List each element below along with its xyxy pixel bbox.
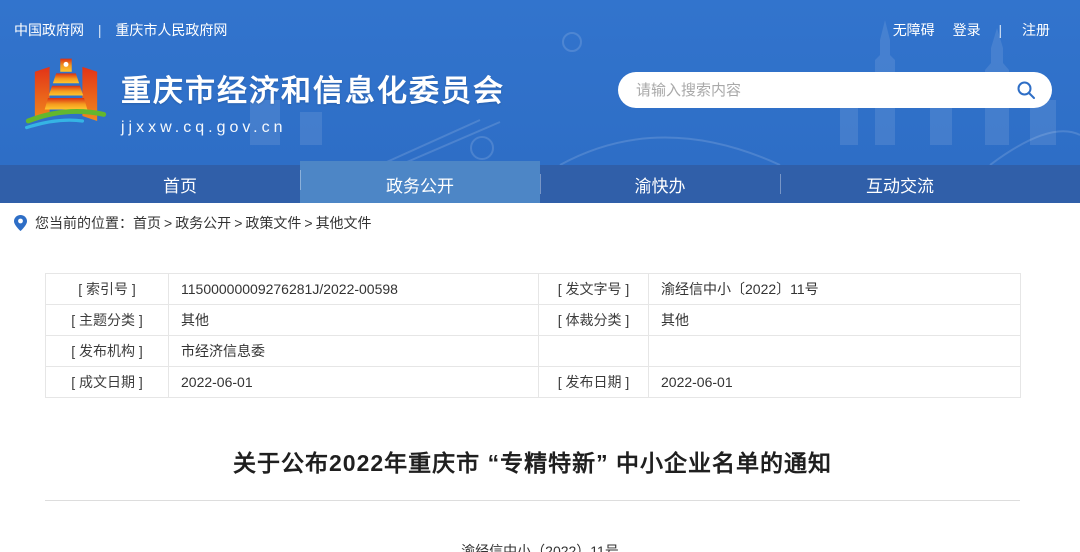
breadcrumb-item-gov-info[interactable]: 政务公开 (175, 213, 231, 233)
article-title: 关于公布2022年重庆市 “专精特新” 中小企业名单的通知 (45, 444, 1020, 478)
brand-text: 重庆市经济和信息化委员会 jjxxw.cq.gov.cn (121, 56, 505, 137)
meta-label-publish-date: [ 发布日期 ] (539, 367, 649, 398)
site-header: 中国政府网 | 重庆市人民政府网 无障碍 登录 | 注册 (0, 0, 1080, 165)
table-row: [ 主题分类 ] 其他 [ 体裁分类 ] 其他 (46, 305, 1021, 336)
topbar: 中国政府网 | 重庆市人民政府网 无障碍 登录 | 注册 (0, 20, 1080, 40)
breadcrumb-separator: > (304, 215, 312, 231)
search-button[interactable] (1014, 78, 1038, 102)
meta-value-empty (649, 336, 1021, 367)
breadcrumb-prefix: 您当前的位置： (35, 213, 133, 233)
meta-value-index-number: 11500000009276281J/2022-00598 (169, 274, 539, 305)
meta-value-genre-category: 其他 (649, 305, 1021, 336)
site-brand: 重庆市经济和信息化委员会 jjxxw.cq.gov.cn (25, 56, 505, 140)
meta-value-issuing-agency: 市经济信息委 (169, 336, 539, 367)
accessibility-link[interactable]: 无障碍 (893, 22, 935, 38)
topbar-gov-links: 中国政府网 | 重庆市人民政府网 (14, 20, 227, 40)
nav-tab-interaction[interactable]: 互动交流 (780, 165, 1020, 203)
meta-label-topic-category: [ 主题分类 ] (46, 305, 169, 336)
table-row: [ 发布机构 ] 市经济信息委 (46, 336, 1021, 367)
breadcrumb-separator: > (164, 215, 172, 231)
meta-label-doc-symbol: [ 发文字号 ] (539, 274, 649, 305)
meta-label-index-number: [ 索引号 ] (46, 274, 169, 305)
location-pin-icon (14, 215, 27, 231)
search-bar (618, 72, 1052, 108)
search-input[interactable] (636, 82, 1014, 99)
breadcrumb-item-policy-docs[interactable]: 政策文件 (245, 213, 301, 233)
link-chongqing-gov[interactable]: 重庆市人民政府网 (115, 22, 227, 38)
site-title: 重庆市经济和信息化委员会 (121, 66, 505, 110)
nav-tab-gov-info[interactable]: 政务公开 (300, 161, 540, 203)
table-row: [ 成文日期 ] 2022-06-01 [ 发布日期 ] 2022-06-01 (46, 367, 1021, 398)
table-row: [ 索引号 ] 11500000009276281J/2022-00598 [ … (46, 274, 1021, 305)
meta-value-topic-category: 其他 (169, 305, 539, 336)
topbar-account-links: 无障碍 登录 | 注册 (879, 20, 1050, 40)
topbar-separator: | (98, 22, 102, 38)
meta-label-empty (539, 336, 649, 367)
breadcrumb-separator: > (234, 215, 242, 231)
search-icon (1016, 80, 1036, 100)
meta-label-issuing-agency: [ 发布机构 ] (46, 336, 169, 367)
breadcrumb-item-home[interactable]: 首页 (133, 213, 161, 233)
register-link[interactable]: 注册 (1022, 22, 1050, 38)
meta-label-written-date: [ 成文日期 ] (46, 367, 169, 398)
agency-logo-emblem-icon (25, 56, 107, 140)
main-nav: 首页 政务公开 渝快办 互动交流 (0, 165, 1080, 203)
meta-value-written-date: 2022-06-01 (169, 367, 539, 398)
meta-label-genre-category: [ 体裁分类 ] (539, 305, 649, 336)
title-divider (45, 500, 1020, 501)
link-china-gov[interactable]: 中国政府网 (14, 22, 84, 38)
meta-value-publish-date: 2022-06-01 (649, 367, 1021, 398)
nav-tab-yukuaiban[interactable]: 渝快办 (540, 165, 780, 203)
site-url: jjxxw.cq.gov.cn (121, 119, 505, 137)
topbar-separator: | (998, 22, 1002, 38)
article-doc-number: 渝经信中小（2022）11号 (0, 541, 1080, 552)
document-meta-table: [ 索引号 ] 11500000009276281J/2022-00598 [ … (45, 273, 1021, 398)
meta-value-doc-symbol: 渝经信中小〔2022〕11号 (649, 274, 1021, 305)
breadcrumb-item-other-docs[interactable]: 其他文件 (316, 213, 372, 233)
login-link[interactable]: 登录 (953, 22, 981, 38)
nav-tab-home[interactable]: 首页 (60, 165, 300, 203)
breadcrumb: 您当前的位置： 首页 > 政务公开 > 政策文件 > 其他文件 (0, 203, 1080, 243)
